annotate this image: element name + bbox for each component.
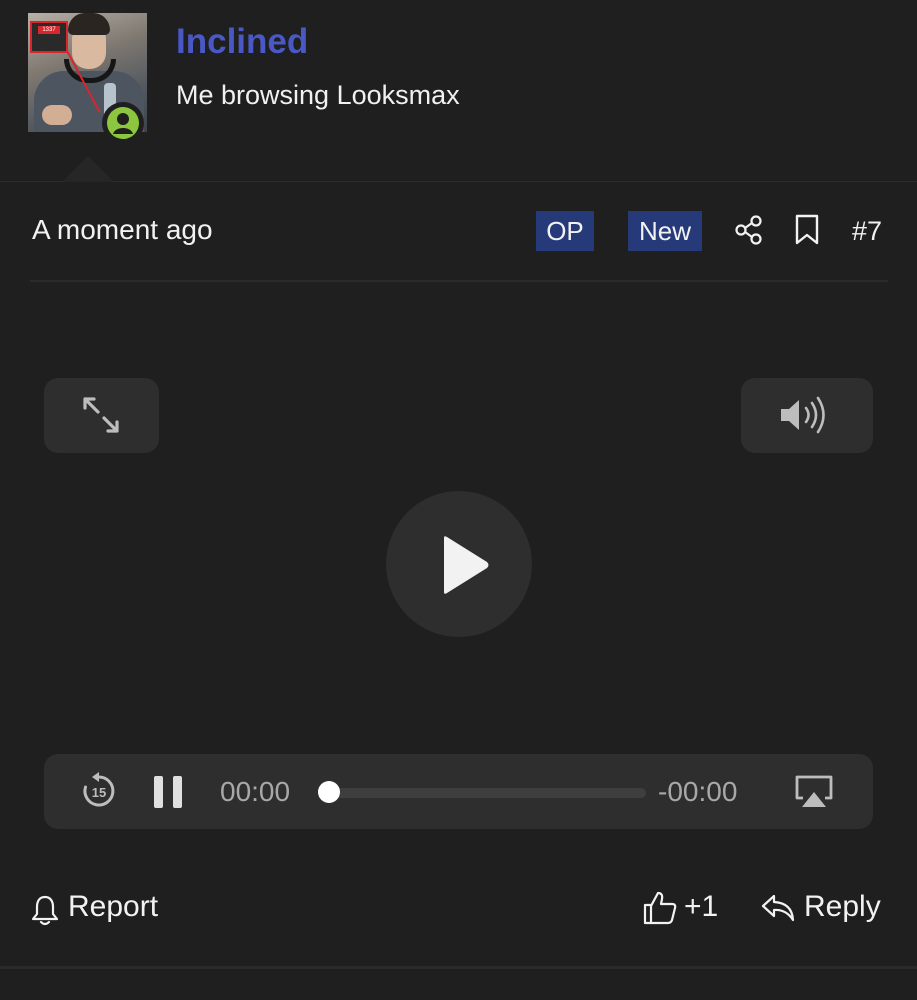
- post-meta-row: A moment ago OP New #7: [0, 200, 917, 264]
- play-button[interactable]: [386, 491, 532, 637]
- time-elapsed: 00:00: [220, 776, 291, 807]
- video-control-bar: 15 00:00 -00:00: [44, 754, 873, 829]
- fullscreen-button[interactable]: [44, 378, 159, 453]
- pause-icon: [154, 776, 182, 808]
- reply-label: Reply: [804, 890, 881, 923]
- skip-back-seconds: 15: [92, 785, 106, 800]
- volume-button[interactable]: [741, 378, 873, 453]
- share-button[interactable]: [734, 214, 764, 246]
- volume-icon: [781, 396, 825, 434]
- post-header: 1337 Inclined Me browsing Looksmax: [0, 0, 917, 182]
- divider: [30, 280, 888, 282]
- expand-icon: [83, 397, 119, 433]
- bookmark-button[interactable]: [794, 214, 820, 246]
- airplay-button[interactable]: [794, 774, 834, 810]
- report-label: Report: [68, 890, 159, 923]
- avatar-badge: 1337: [30, 21, 68, 53]
- like-count: +1: [684, 890, 719, 923]
- avatar-hand: [42, 105, 72, 125]
- like-button[interactable]: +1: [642, 890, 732, 930]
- post-timestamp[interactable]: A moment ago: [32, 214, 213, 246]
- skip-back-button[interactable]: 15: [80, 772, 118, 810]
- user-title: Me browsing Looksmax: [176, 80, 460, 110]
- username-link[interactable]: Inclined: [176, 22, 308, 62]
- reply-icon: [761, 894, 795, 922]
- op-badge: OP: [536, 211, 594, 251]
- user-icon: [113, 113, 133, 134]
- thumbs-up-icon: [643, 891, 677, 925]
- new-badge: New: [628, 211, 702, 251]
- reply-button[interactable]: Reply: [760, 890, 890, 930]
- play-icon: [444, 536, 489, 594]
- airplay-icon: [795, 775, 833, 807]
- scrubber-knob[interactable]: [318, 781, 340, 803]
- message-caret: [62, 156, 114, 182]
- bell-icon: [31, 895, 59, 926]
- bookmark-icon: [795, 214, 819, 245]
- avatar-hair: [68, 13, 110, 35]
- scrubber-track[interactable]: [326, 788, 646, 798]
- skip-back-15-icon: 15: [83, 772, 115, 807]
- pause-button[interactable]: [154, 776, 182, 808]
- avatar-badge-number: 1337: [38, 26, 60, 34]
- time-remaining: -00:00: [658, 776, 738, 807]
- post-divider: [0, 966, 917, 969]
- share-icon: [735, 215, 762, 245]
- post-number-link[interactable]: #7: [852, 216, 882, 247]
- online-status-badge: [102, 102, 144, 144]
